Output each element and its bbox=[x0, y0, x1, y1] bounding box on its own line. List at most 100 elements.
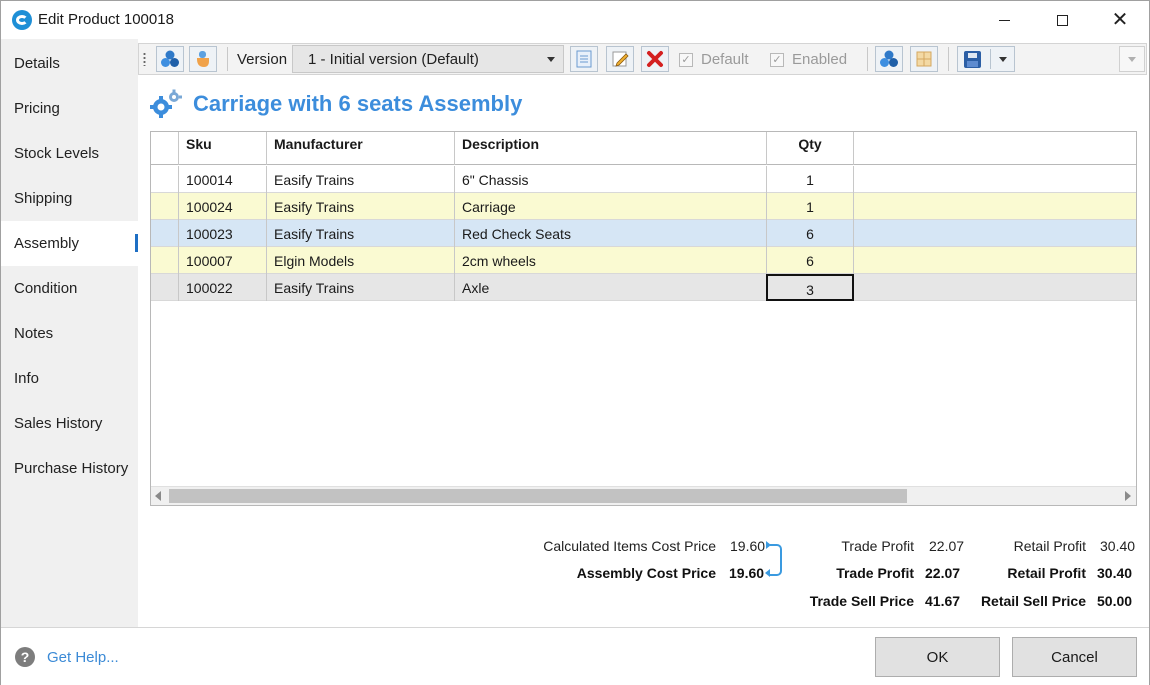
retail-profit-value: 30.40 bbox=[1100, 538, 1136, 554]
sidebar-item-shipping[interactable]: Shipping bbox=[1, 176, 138, 221]
chevron-down-icon bbox=[547, 57, 555, 62]
table-row[interactable]: 100007 Elgin Models 2cm wheels 6 bbox=[151, 247, 1136, 274]
calculated-items-cost-label: Calculated Items Cost Price bbox=[543, 538, 716, 554]
row-selector[interactable] bbox=[151, 166, 179, 193]
toolbar-grip-icon[interactable] bbox=[143, 52, 146, 66]
checkbox-check-icon: ✓ bbox=[770, 52, 784, 67]
cancel-button[interactable]: Cancel bbox=[1012, 637, 1137, 677]
retail-profit-label: Retail Profit bbox=[1013, 538, 1086, 554]
cell-manufacturer[interactable]: Elgin Models bbox=[267, 247, 455, 274]
maximize-button[interactable] bbox=[1033, 1, 1091, 39]
scrollbar-thumb[interactable] bbox=[169, 489, 907, 503]
cell-manufacturer[interactable]: Easify Trains bbox=[267, 166, 455, 193]
components-icon bbox=[880, 50, 898, 67]
document-list-icon bbox=[576, 50, 592, 68]
column-header-qty[interactable]: Qty bbox=[767, 132, 854, 165]
minimize-button[interactable] bbox=[975, 1, 1033, 39]
window-title: Edit Product 100018 bbox=[38, 11, 174, 28]
assembly-toolbar: Version 1 - Initial version (Default) ✓ … bbox=[138, 43, 1147, 75]
retail-sell-price-value: 50.00 bbox=[1097, 593, 1133, 609]
edit-version-button[interactable] bbox=[606, 46, 634, 72]
grid-icon bbox=[916, 51, 932, 67]
cell-qty[interactable]: 1 bbox=[767, 193, 854, 220]
edit-product-window: Edit Product 100018 ✕ Details Pricing St… bbox=[0, 0, 1150, 685]
column-header-manufacturer[interactable]: Manufacturer bbox=[267, 132, 455, 165]
trade-profit-label: Trade Profit bbox=[841, 538, 914, 554]
chevron-down-icon bbox=[999, 57, 1007, 62]
toolbar-overflow-button[interactable] bbox=[1119, 46, 1145, 72]
scroll-right-icon[interactable] bbox=[1125, 491, 1131, 501]
cell-manufacturer[interactable]: Easify Trains bbox=[267, 274, 455, 301]
row-selector[interactable] bbox=[151, 193, 179, 220]
cell-qty-editing[interactable]: 3 bbox=[766, 274, 854, 301]
cell-qty[interactable]: 6 bbox=[767, 247, 854, 274]
cost-link-arrow-icon bbox=[765, 541, 782, 577]
horizontal-scrollbar[interactable] bbox=[151, 486, 1136, 505]
column-header-sku[interactable]: Sku bbox=[179, 132, 267, 165]
table-row[interactable]: 100024 Easify Trains Carriage 1 bbox=[151, 193, 1136, 220]
cell-sku[interactable]: 100024 bbox=[179, 193, 267, 220]
cell-description[interactable]: Axle bbox=[455, 274, 767, 301]
cell-description[interactable]: Red Check Seats bbox=[455, 220, 767, 247]
toolbar-separator bbox=[948, 47, 949, 71]
retail-profit-bold-value: 30.40 bbox=[1097, 565, 1133, 581]
sidebar-item-condition[interactable]: Condition bbox=[1, 266, 138, 311]
scroll-left-icon[interactable] bbox=[155, 491, 161, 501]
grid-layout-button[interactable] bbox=[910, 46, 938, 72]
cell-description[interactable]: 6" Chassis bbox=[455, 166, 767, 193]
sidebar-item-info[interactable]: Info bbox=[1, 356, 138, 401]
save-dropdown-button[interactable] bbox=[957, 46, 1015, 72]
calculated-items-cost-value: 19.60 bbox=[730, 538, 766, 554]
row-selector[interactable] bbox=[151, 274, 179, 301]
sidebar-item-purchase-history[interactable]: Purchase History bbox=[1, 446, 138, 491]
build-assembly-button[interactable] bbox=[875, 46, 903, 72]
column-header-description[interactable]: Description bbox=[455, 132, 767, 165]
components-icon bbox=[161, 50, 179, 67]
title-bar: Edit Product 100018 ✕ bbox=[1, 1, 1149, 39]
cell-description[interactable]: 2cm wheels bbox=[455, 247, 767, 274]
grid-header: Sku Manufacturer Description Qty bbox=[151, 132, 1136, 165]
enabled-checkbox[interactable]: ✓ Enabled bbox=[770, 51, 847, 68]
minimize-icon bbox=[998, 19, 1010, 21]
cell-sku[interactable]: 100023 bbox=[179, 220, 267, 247]
hand-icon bbox=[197, 51, 209, 67]
active-indicator bbox=[135, 234, 138, 252]
add-component-button[interactable] bbox=[156, 46, 184, 72]
row-selector[interactable] bbox=[151, 220, 179, 247]
version-select[interactable]: 1 - Initial version (Default) bbox=[292, 45, 564, 73]
trade-sell-price-label: Trade Sell Price bbox=[809, 593, 914, 609]
sidebar-item-assembly[interactable]: Assembly bbox=[1, 221, 138, 266]
trade-sell-price-value: 41.67 bbox=[925, 593, 961, 609]
help-icon[interactable]: ? bbox=[15, 647, 35, 667]
default-checkbox[interactable]: ✓ Default bbox=[679, 51, 749, 68]
assembly-cost-label: Assembly Cost Price bbox=[576, 565, 716, 581]
close-button[interactable]: ✕ bbox=[1091, 1, 1149, 39]
sidebar-item-details[interactable]: Details bbox=[1, 41, 138, 86]
sidebar-item-sales-history[interactable]: Sales History bbox=[1, 401, 138, 446]
assembly-cost-value: 19.60 bbox=[729, 565, 765, 581]
sidebar-item-stock-levels[interactable]: Stock Levels bbox=[1, 131, 138, 176]
cell-qty[interactable]: 6 bbox=[767, 220, 854, 247]
table-row[interactable]: 100023 Easify Trains Red Check Seats 6 bbox=[151, 220, 1136, 247]
cell-description[interactable]: Carriage bbox=[455, 193, 767, 220]
sidebar-item-pricing[interactable]: Pricing bbox=[1, 86, 138, 131]
cell-manufacturer[interactable]: Easify Trains bbox=[267, 193, 455, 220]
ok-button[interactable]: OK bbox=[875, 637, 1000, 677]
toolbar-separator bbox=[867, 47, 868, 71]
row-selector[interactable] bbox=[151, 247, 179, 274]
cell-sku[interactable]: 100014 bbox=[179, 166, 267, 193]
toolbar-separator bbox=[227, 47, 228, 71]
cell-qty[interactable]: 1 bbox=[767, 166, 854, 193]
delete-version-button[interactable] bbox=[641, 46, 669, 72]
retail-profit-bold-label: Retail Profit bbox=[1007, 565, 1086, 581]
sidebar-item-notes[interactable]: Notes bbox=[1, 311, 138, 356]
copy-version-button[interactable] bbox=[570, 46, 598, 72]
cell-manufacturer[interactable]: Easify Trains bbox=[267, 220, 455, 247]
table-row[interactable]: 100014 Easify Trains 6" Chassis 1 bbox=[151, 166, 1136, 193]
get-help-link[interactable]: Get Help... bbox=[47, 649, 119, 666]
page-title: Carriage with 6 seats Assembly bbox=[193, 91, 523, 116]
cell-sku[interactable]: 100022 bbox=[179, 274, 267, 301]
cell-sku[interactable]: 100007 bbox=[179, 247, 267, 274]
table-row[interactable]: 100022 Easify Trains Axle 3 bbox=[151, 274, 1136, 301]
manage-component-button[interactable] bbox=[189, 46, 217, 72]
